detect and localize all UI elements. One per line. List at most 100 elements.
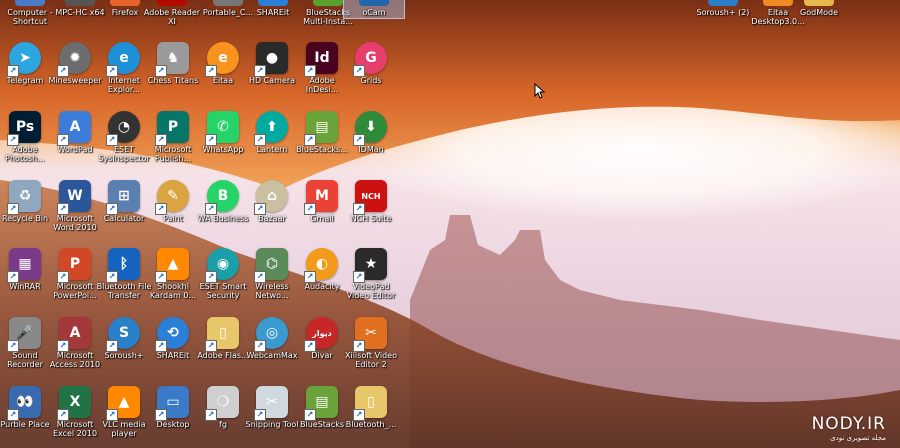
icon-glyph: ➤ (19, 49, 31, 66)
icon-glyph: B (217, 187, 229, 204)
shortcut-arrow-icon: ↗ (254, 134, 266, 146)
shortcut-arrow-icon: ↗ (106, 409, 118, 421)
icon-glyph: ⟲ (167, 324, 179, 341)
gmail-icon: M ↗ (304, 180, 338, 215)
desktop-icon-grids[interactable]: G ↗ Grids (341, 42, 401, 108)
shortcut-arrow-icon: ↗ (353, 203, 365, 215)
shortcut-arrow-icon: ↗ (7, 271, 19, 283)
desktop-icon-label: Soroush+ (2) (696, 8, 750, 17)
mouse-cursor-icon (534, 83, 546, 99)
icon-glyph: G (365, 49, 377, 66)
adobe-indesign-icon: Id ↗ (304, 42, 338, 77)
desktop-icon-label: Bluetooth_... (345, 420, 397, 429)
fg-icon: ❍ ↗ (205, 386, 239, 421)
wa-business-icon: B ↗ (205, 180, 239, 215)
icon-glyph: ✂ (365, 324, 377, 341)
desktop-background[interactable]: Computer - Shortcut MPC-HC x64 Firefox Adob… (0, 0, 900, 448)
icon-glyph: P (69, 255, 81, 272)
icon-glyph: 🎤 (16, 324, 34, 341)
icon-glyph: ▤ (315, 393, 329, 410)
shortcut-arrow-icon: ↗ (205, 271, 217, 283)
shortcut-arrow-icon: ↗ (106, 271, 118, 283)
shortcut-arrow-icon: ↗ (205, 340, 217, 352)
icon-glyph: S (118, 324, 130, 341)
shortcut-arrow-icon: ↗ (106, 340, 118, 352)
microsoft-access-2010-icon: A ↗ (57, 317, 91, 352)
adobe-photoshop-icon: Ps ↗ (7, 111, 41, 146)
icon-glyph: ▦ (18, 255, 32, 272)
icon-glyph: ✂ (266, 393, 278, 410)
desktop-icon-idman[interactable]: ⬇ ↗ IDMan (341, 111, 401, 177)
icon-glyph: ◉ (216, 255, 230, 272)
videopad-icon: ★ ↗ (353, 248, 387, 283)
icon-glyph: ⬆ (266, 118, 278, 135)
icon-glyph: ◎ (265, 324, 279, 341)
desktop-icon-label: SHAREit (256, 8, 290, 17)
microsoft-publisher-icon: P ↗ (155, 111, 189, 146)
winrar-icon: ▦ ↗ (7, 248, 41, 283)
icon-glyph: ▲ (118, 393, 130, 410)
icon-glyph: ⌬ (265, 255, 279, 272)
soroush-icon: S ↗ (106, 317, 140, 352)
shortcut-arrow-icon: ↗ (155, 65, 167, 77)
bluestacks-icon: ▤ ↗ (304, 111, 338, 146)
desktop-icon-label: oCam (362, 8, 386, 17)
bazaar-icon: ⌂ ↗ (254, 180, 288, 215)
desktop-icon-godmode[interactable]: GodMode (789, 0, 849, 30)
desktop-icon-soroush-2[interactable]: Soroush+ (2) (693, 0, 753, 30)
shortcut-arrow-icon: ↗ (57, 65, 69, 77)
shortcut-arrow-icon: ↗ (106, 203, 118, 215)
icon-glyph: ❍ (216, 393, 230, 410)
desktop-icon-ocam[interactable]: oCam (343, 0, 405, 19)
desktop-icon-nch-suite[interactable]: NCH ↗ NCH Suite (341, 180, 401, 246)
eitaa-icon: e ↗ (205, 42, 239, 77)
shortcut-arrow-icon: ↗ (155, 134, 167, 146)
shortcut-arrow-icon: ↗ (304, 203, 316, 215)
shortcut-arrow-icon: ↗ (304, 409, 316, 421)
godmode-icon (804, 0, 834, 6)
shortcut-arrow-icon: ↗ (353, 340, 365, 352)
adobe-flash-icon: ▯ ↗ (205, 317, 239, 352)
shortcut-arrow-icon: ↗ (254, 271, 266, 283)
desktop-icon-shareit-top[interactable]: SHAREit (243, 0, 303, 30)
shortcut-arrow-icon: ↗ (155, 271, 167, 283)
desktop-icon-xilisoft-video-editor[interactable]: ✂ ↗ Xilisoft Video Editor 2 (341, 317, 401, 383)
shortcut-arrow-icon: ↗ (7, 65, 19, 77)
microsoft-excel-2010-icon: X ↗ (57, 386, 91, 421)
portable-icon (213, 0, 243, 6)
icon-glyph: Ps (15, 118, 35, 135)
calculator-icon: ⊞ ↗ (106, 180, 140, 215)
shortcut-arrow-icon: ↗ (304, 340, 316, 352)
shortcut-arrow-icon: ↗ (57, 203, 69, 215)
audacity-icon: ◐ ↗ (304, 248, 338, 283)
shortcut-arrow-icon: ↗ (304, 134, 316, 146)
shortcut-arrow-icon: ↗ (304, 65, 316, 77)
watermark-subtitle: مجله تصویری نودی (830, 434, 886, 442)
adobe-reader-icon (157, 0, 187, 6)
desktop-icon-label: Xilisoft Video Editor 2 (345, 351, 397, 369)
shortcut-arrow-icon: ↗ (7, 134, 19, 146)
hd-camera-icon: ● ↗ (254, 42, 288, 77)
icon-glyph: ✹ (69, 49, 81, 66)
icon-glyph: ▭ (166, 393, 180, 410)
shortcut-arrow-icon: ↗ (155, 340, 167, 352)
icon-glyph: ᛒ (119, 255, 129, 272)
icon-glyph: ✎ (167, 187, 179, 204)
xilisoft-video-editor-icon: ✂ ↗ (353, 317, 387, 352)
wireless-network-icon: ⌬ ↗ (254, 248, 288, 283)
grids-icon: G ↗ (353, 42, 387, 77)
icon-glyph: X (69, 393, 81, 410)
desktop-icon-label: NCH Suite (350, 214, 392, 223)
shortcut-arrow-icon: ↗ (353, 65, 365, 77)
desktop-icon-bluetooth-folder[interactable]: ▯ ↗ Bluetooth_... (341, 386, 401, 448)
snipping-tool-icon: ✂ ↗ (254, 386, 288, 421)
desktop-icon-adobe-reader[interactable]: Adobe Reader XI (142, 0, 202, 30)
shortcut-arrow-icon: ↗ (254, 65, 266, 77)
icon-glyph: ♞ (166, 49, 180, 66)
sound-recorder-icon: 🎤 ↗ (7, 317, 41, 352)
shortcut-arrow-icon: ↗ (353, 409, 365, 421)
divar-icon: دیوار ↗ (304, 317, 338, 352)
shortcut-arrow-icon: ↗ (304, 271, 316, 283)
internet-explorer-icon: e ↗ (106, 42, 140, 77)
desktop-icon-videopad[interactable]: ★ ↗ VideoPad Video Editor (341, 248, 401, 314)
